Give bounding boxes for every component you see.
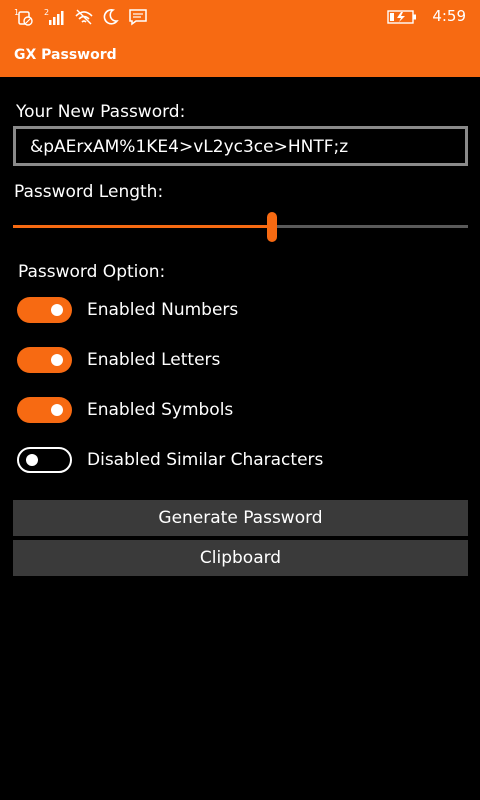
slider-thumb[interactable] [267, 212, 277, 242]
app-title: GX Password [14, 47, 117, 63]
symbols-toggle-label: Enabled Symbols [87, 400, 234, 420]
toggle-knob [26, 454, 38, 466]
similar-characters-toggle-label: Disabled Similar Characters [87, 450, 324, 470]
sim1-icon: 1 [14, 7, 36, 27]
status-clock: 4:59 [432, 7, 466, 25]
battery-charging-icon [387, 9, 417, 29]
password-field[interactable]: &pAErxAM%1KE4>vL2yc3ce>HNTF;z [13, 126, 468, 166]
similar-characters-toggle[interactable] [17, 447, 72, 473]
message-icon [128, 7, 148, 27]
password-option-label: Password Option: [18, 262, 166, 282]
status-bar: 1 2 4:59 [0, 0, 480, 36]
symbols-toggle[interactable] [17, 397, 72, 423]
numbers-toggle[interactable] [17, 297, 72, 323]
wifi-icon [74, 7, 94, 27]
option-similar-row[interactable]: Disabled Similar Characters [17, 447, 323, 473]
toggle-knob [51, 354, 63, 366]
password-value[interactable]: &pAErxAM%1KE4>vL2yc3ce>HNTF;z [30, 137, 348, 157]
toggle-knob [51, 304, 63, 316]
clipboard-button[interactable]: Clipboard [13, 540, 468, 576]
password-label: Your New Password: [16, 102, 186, 122]
numbers-toggle-label: Enabled Numbers [87, 300, 239, 320]
sim2-signal-icon: 2 [44, 7, 66, 27]
password-length-slider[interactable] [13, 212, 468, 242]
quiet-hours-icon [102, 7, 120, 27]
slider-fill [13, 225, 272, 228]
password-length-label: Password Length: [14, 182, 164, 202]
option-numbers-row[interactable]: Enabled Numbers [17, 297, 238, 323]
option-letters-row[interactable]: Enabled Letters [17, 347, 220, 373]
toggle-knob [51, 404, 63, 416]
generate-password-button[interactable]: Generate Password [13, 500, 468, 536]
letters-toggle[interactable] [17, 347, 72, 373]
svg-text:2: 2 [44, 8, 49, 17]
status-icons: 1 2 [14, 6, 148, 28]
letters-toggle-label: Enabled Letters [87, 350, 221, 370]
option-symbols-row[interactable]: Enabled Symbols [17, 397, 233, 423]
title-bar: GX Password [0, 36, 480, 77]
